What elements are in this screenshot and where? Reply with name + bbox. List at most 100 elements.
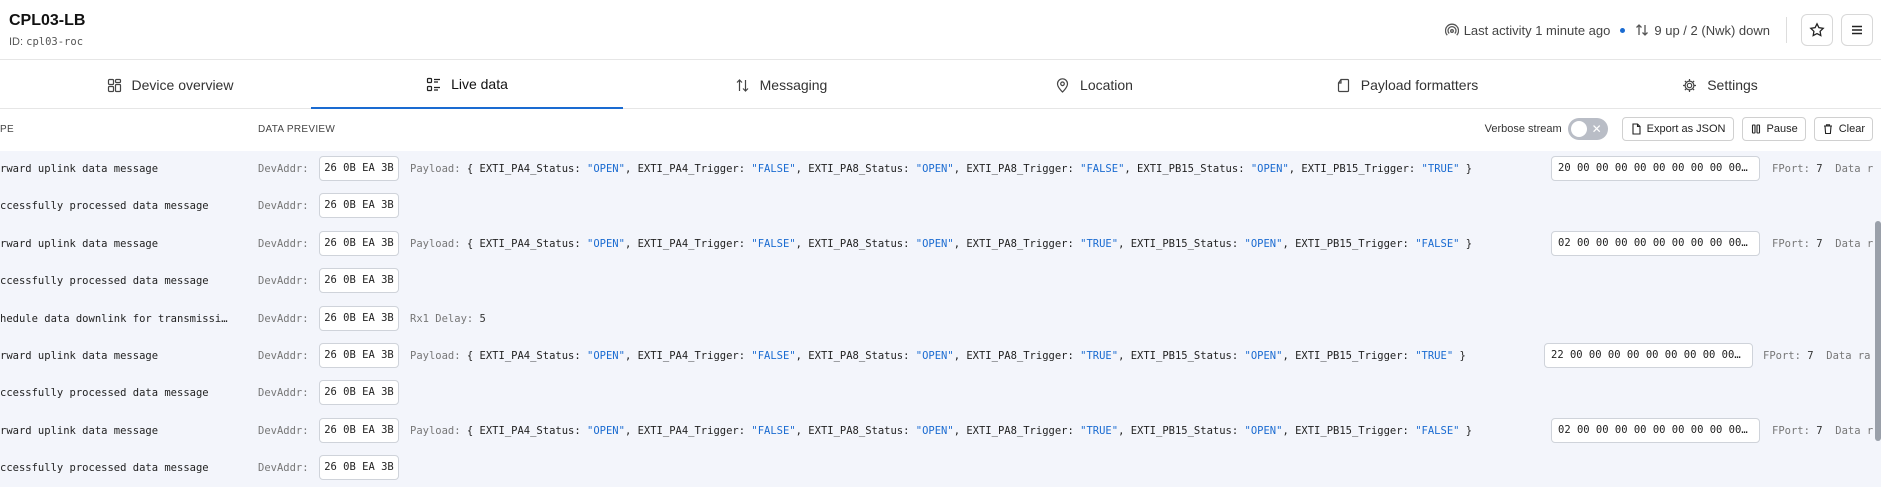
device-id-value: cpl03-roc [26,36,84,48]
fport-value: 7 [1807,350,1814,362]
device-id: ID: cpl03-roc [9,36,83,48]
rx1-delay: Rx1 Delay: 5 [410,313,486,325]
tab-live-data[interactable]: Live data [311,61,623,109]
devaddr-label: DevAddr: [258,462,309,475]
file-export-icon [1632,123,1641,135]
devaddr-value[interactable]: 26 0B EA 3B [319,230,399,256]
devaddr-label: DevAddr: [258,237,309,250]
fport-info: FPort: 7 Data r [1772,163,1873,175]
device-header: CPL03-LB ID: cpl03-roc Last activity 1 m… [0,0,1881,60]
payload-value: "FALSE" [751,163,796,175]
devaddr-value[interactable]: 26 0B EA 3B [319,343,399,368]
clear-button[interactable]: Clear [1813,117,1873,141]
raw-payload-box[interactable]: 02 00 00 00 00 00 00 00 00 00… [1551,230,1760,256]
devaddr-value[interactable]: 26 0B EA 3B [319,193,399,219]
devaddr-value[interactable]: 26 0B EA 3B [319,380,399,406]
column-header-data-preview: DATA PREVIEW [258,124,336,135]
devaddr-value[interactable]: 26 0B EA 3B [319,156,399,181]
event-type: rward uplink data message [0,237,159,250]
up-down-arrows-icon [1636,24,1649,36]
payload-preview: Payload: { EXTI_PA4_Status: "OPEN", EXTI… [410,350,1466,362]
tab-label: Settings [1707,77,1758,93]
devaddr-label: DevAddr: [258,275,309,288]
tab-label: Device overview [131,77,234,93]
tab-location[interactable]: Location [938,61,1250,109]
fport-value: 7 [1816,424,1823,437]
pause-icon [1751,124,1760,134]
tab-label: Payload formatters [1360,77,1479,93]
fport-value: 7 [1816,237,1823,250]
fport-info: FPort: 7 Data r [1772,238,1873,250]
payload-value: "FALSE" [751,350,796,362]
tab-payload-formatters[interactable]: Payload formatters [1251,61,1563,109]
activity-icon [1444,23,1459,36]
tab-settings[interactable]: Settings [1564,61,1876,109]
data-rate-label: Data r [1835,163,1874,175]
devaddr-label: DevAddr: [258,312,309,325]
column-header-type: PE [0,124,14,135]
fport-label: FPort: [1772,163,1810,175]
gear-icon [1683,78,1697,92]
payload-value: "FALSE" [1080,163,1125,175]
event-type: rward uplink data message [0,424,159,437]
device-id-label: ID: [9,36,24,48]
fport-label: FPort: [1772,424,1810,437]
raw-payload-box[interactable]: 22 00 00 00 00 00 00 00 00 00… [1544,343,1753,368]
star-icon [1809,22,1825,37]
event-log[interactable]: rward uplink data message DevAddr: 26 0B E… [0,151,1881,487]
payload-label: Payload: [410,237,461,250]
header-divider [1786,17,1787,43]
raw-payload-box[interactable]: 02 00 00 00 00 00 00 00 00 00… [1551,417,1760,443]
devaddr-value[interactable]: 26 0B EA 3B [319,417,399,443]
event-type: ccessfully processed data message [0,462,209,475]
fport-label: FPort: [1763,350,1801,362]
table-row[interactable]: rward uplink data message DevAddr: 26 0B E… [0,413,1881,450]
table-row[interactable]: rward uplink data message DevAddr: 26 0B E… [0,226,1881,263]
devaddr-value[interactable]: 26 0B EA 3B [319,268,399,294]
table-row[interactable]: hedule data downlink for transmissi… DevA… [0,301,1881,338]
data-rate-label: Data r [1835,424,1874,437]
pause-label: Pause [1766,123,1798,135]
table-row[interactable]: rward uplink data message DevAddr: 26 0B E… [0,151,1881,188]
message-counts-text: 9 up / 2 (Nwk) down [1654,22,1770,38]
arrows-updown-icon [736,78,749,92]
scrollbar[interactable] [1875,221,1881,441]
tab-label: Messaging [759,77,828,93]
payload-value: "OPEN" [915,237,954,250]
tab-label: Location [1080,77,1133,93]
clear-label: Clear [1838,123,1865,135]
pause-button[interactable]: Pause [1741,117,1806,141]
fport-label: FPort: [1772,237,1810,250]
event-type: ccessfully processed data message [0,200,209,213]
menu-button[interactable] [1841,14,1873,46]
table-row[interactable]: ccessfully processed data message DevAddr… [0,188,1881,225]
payload-value: "FALSE" [1415,424,1460,437]
table-row[interactable]: ccessfully processed data message DevAddr… [0,263,1881,300]
export-json-button[interactable]: Export as JSON [1621,117,1734,141]
devaddr-value[interactable]: 26 0B EA 3B [319,305,399,331]
table-row[interactable]: rward uplink data message DevAddr: 26 0B E… [0,338,1881,375]
payload-value: "OPEN" [915,424,954,437]
bookmark-button[interactable] [1801,14,1833,46]
fport-info: FPort: 7 Data r [1772,425,1873,437]
last-activity-text: Last activity 1 minute ago [1463,22,1611,38]
tab-messaging[interactable]: Messaging [625,61,937,109]
status-dot [1620,27,1626,33]
payload-value: "OPEN" [587,350,625,362]
payload-value: "OPEN" [587,424,625,437]
table-row[interactable]: ccessfully processed data message DevAddr… [0,375,1881,412]
devaddr-label: DevAddr: [258,350,309,362]
event-type: rward uplink data message [0,163,159,175]
payload-value: "OPEN" [1244,237,1283,250]
payload-label: Payload: [410,350,461,362]
payload-label: Payload: [410,424,461,437]
payload-value: "OPEN" [1250,163,1289,175]
payload-value: "TRUE" [1415,350,1454,362]
device-tabs: Device overview Live data Messaging Loca… [0,61,1881,109]
raw-payload-box[interactable]: 20 00 00 00 00 00 00 00 00 00… [1551,156,1760,181]
table-row[interactable]: ccessfully processed data message DevAddr… [0,450,1881,487]
payload-preview: Payload: { EXTI_PA4_Status: "OPEN", EXTI… [410,424,1473,437]
tab-device-overview[interactable]: Device overview [14,61,326,109]
devaddr-value[interactable]: 26 0B EA 3B [319,455,399,481]
verbose-stream-toggle[interactable]: ✕ [1567,118,1608,140]
